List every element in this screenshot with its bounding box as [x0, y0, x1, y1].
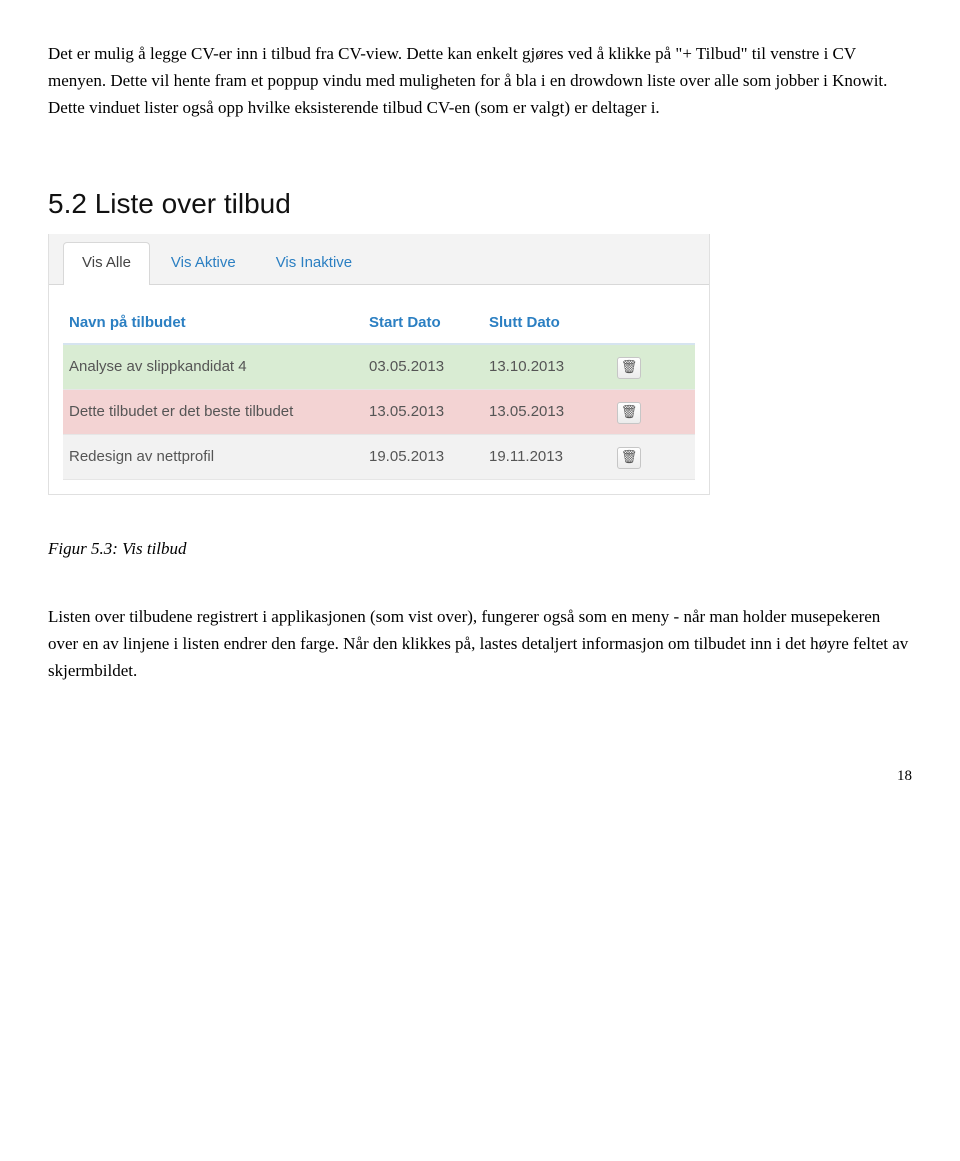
- tab-vis-alle[interactable]: Vis Alle: [63, 242, 150, 285]
- cell-name: Dette tilbudet er det beste tilbudet: [69, 400, 369, 424]
- paragraph-1: Det er mulig å legge CV-er inn i tilbud …: [48, 40, 912, 122]
- cell-start: 19.05.2013: [369, 445, 489, 469]
- table-row[interactable]: Redesign av nettprofil 19.05.2013 19.11.…: [63, 435, 695, 480]
- cell-start: 03.05.2013: [369, 355, 489, 379]
- table-header: Navn på tilbudet Start Dato Slutt Dato: [63, 303, 695, 345]
- cell-name: Redesign av nettprofil: [69, 445, 369, 469]
- tab-vis-inaktive[interactable]: Vis Inaktive: [257, 242, 371, 285]
- cell-end: 19.11.2013: [489, 445, 609, 469]
- cell-name: Analyse av slippkandidat 4: [69, 355, 369, 379]
- page-number: 18: [48, 764, 912, 788]
- figure-screenshot: Vis Alle Vis Aktive Vis Inaktive Navn på…: [48, 234, 710, 495]
- table-row[interactable]: Dette tilbudet er det beste tilbudet 13.…: [63, 390, 695, 435]
- header-start: Start Dato: [369, 311, 489, 335]
- header-end: Slutt Dato: [489, 311, 609, 335]
- cell-start: 13.05.2013: [369, 400, 489, 424]
- cell-end: 13.05.2013: [489, 400, 609, 424]
- paragraph-2: Listen over tilbudene registrert i appli…: [48, 603, 912, 685]
- trash-icon[interactable]: 🗑: [617, 447, 641, 469]
- section-heading: 5.2 Liste over tilbud: [48, 182, 912, 227]
- table-row[interactable]: Analyse av slippkandidat 4 03.05.2013 13…: [63, 345, 695, 390]
- tab-vis-aktive[interactable]: Vis Aktive: [152, 242, 255, 285]
- trash-icon[interactable]: 🗑: [617, 402, 641, 424]
- cell-end: 13.10.2013: [489, 355, 609, 379]
- header-name: Navn på tilbudet: [69, 311, 369, 335]
- figure-caption: Figur 5.3: Vis tilbud: [48, 535, 912, 562]
- trash-icon[interactable]: 🗑: [617, 357, 641, 379]
- offer-table: Navn på tilbudet Start Dato Slutt Dato A…: [49, 285, 709, 494]
- tab-bar: Vis Alle Vis Aktive Vis Inaktive: [49, 234, 709, 285]
